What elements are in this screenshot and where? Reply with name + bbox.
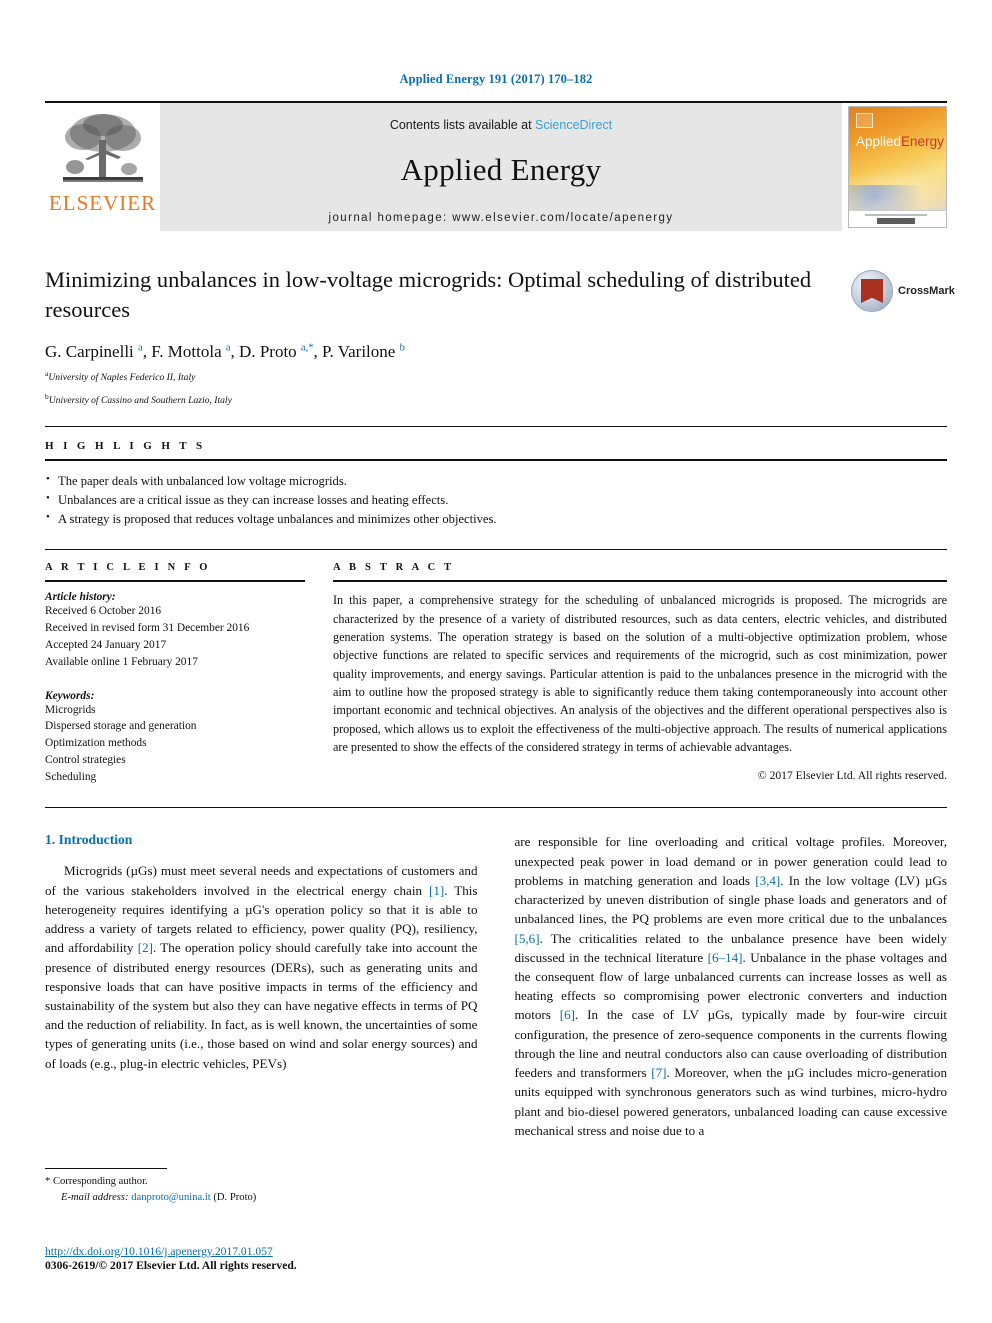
body-columns: 1. Introduction Microgrids (µGs) must me… [45,808,947,1140]
crossmark-circle-icon [851,270,893,312]
section-heading-introduction: 1. Introduction [45,832,133,848]
elsevier-tree-icon [62,114,143,182]
issn-copyright-line: 0306-2619/© 2017 Elsevier Ltd. All right… [45,1259,297,1272]
email-link[interactable]: danproto@unina.it [131,1192,210,1203]
keywords-block: Keywords: Microgrids Dispersed storage a… [45,690,305,786]
highlights-rule [45,459,947,462]
journal-homepage[interactable]: journal homepage: www.elsevier.com/locat… [329,212,674,224]
abstract-copyright: © 2017 Elsevier Ltd. All rights reserved… [757,769,947,783]
abstract-rule [333,580,947,583]
doi-block: http://dx.doi.org/10.1016/j.apenergy.201… [45,1245,515,1272]
list-item: A strategy is proposed that reduces volt… [45,509,947,529]
contents-prefix: Contents lists available at [389,118,536,132]
cover-bottom-bar [849,210,946,227]
abstract-column: A B S T R A C T In this paper, a compreh… [333,562,947,785]
intro-paragraph-right: are responsible for line overloading and… [514,834,948,1138]
affiliation-a-text: University of Naples Federico II, Italy [48,372,196,384]
journal-cover-thumbnail[interactable]: AppliedEnergy [842,103,947,231]
corresponding-text: Corresponding author. [52,1176,148,1187]
crossmark-label: CrossMark [898,285,955,297]
masthead-center: Contents lists available at ScienceDirec… [160,103,842,231]
cover-bar-box [877,218,915,224]
article-history-label: Article history: [45,591,116,604]
contents-available-line: Contents lists available at ScienceDirec… [390,118,612,132]
cover-title-word2: Energy [901,134,944,149]
doi-link[interactable]: http://dx.doi.org/10.1016/j.apenergy.201… [45,1245,515,1258]
highlights-heading: H I G H L I G H T S [45,440,206,453]
affiliation-b-text: University of Cassino and Southern Lazio… [48,395,232,407]
highlights-section: H I G H L I G H T S The paper deals with… [45,427,947,529]
keyword-item: Control strategies [45,753,126,766]
list-item: Unbalances are a critical issue as they … [45,490,947,510]
keyword-item: Optimization methods [45,737,147,750]
title-block: CrossMark Minimizing unbalances in low-v… [45,265,955,408]
keyword-item: Microgrids [45,703,96,716]
journal-article-page: Applied Energy 191 (2017) 170–182 ELSEVI… [0,0,992,1323]
info-abstract-row: A R T I C L E I N F O Article history: R… [45,550,947,785]
article-history-block: Article history: Received 6 October 2016… [45,591,305,670]
article-info-heading: A R T I C L E I N F O [45,562,211,574]
corresponding-author-note: * Corresponding author. [45,1174,465,1190]
history-received: Received 6 October 2016 [45,605,162,618]
article-info-rule [45,580,305,583]
cover-bar-line [865,214,927,216]
highlights-list: The paper deals with unbalanced low volt… [45,471,947,529]
abstract-heading: A B S T R A C T [333,562,455,574]
footnote-block: * Corresponding author. E-mail address: … [45,1168,465,1206]
running-head: Applied Energy 191 (2017) 170–182 [399,72,593,86]
history-revised: Received in revised form 31 December 201… [45,622,250,635]
cover-elsevier-mini-icon [856,113,873,128]
email-label: E-mail address: [61,1191,129,1203]
page-title: Minimizing unbalances in low-voltage mic… [45,267,812,322]
elsevier-logo: ELSEVIER [45,103,160,231]
footnote-rule [45,1168,167,1169]
article-info-column: A R T I C L E I N F O Article history: R… [45,562,305,785]
email-note: E-mail address: danproto@unina.it (D. Pr… [45,1190,465,1206]
cover-title: AppliedEnergy [856,135,944,149]
journal-title: Applied Energy [400,152,602,187]
history-online: Available online 1 February 2017 [45,655,198,668]
elsevier-wordmark: ELSEVIER [48,191,157,215]
affiliation-a: aUniversity of Naples Federico II, Italy [45,369,947,385]
cover-title-word1: Applied [856,134,902,149]
affiliation-b: bUniversity of Cassino and Southern Lazi… [45,392,947,408]
body-column-left: 1. Introduction Microgrids (µGs) must me… [45,832,478,1140]
crossmark-badge[interactable]: CrossMark [851,265,955,317]
intro-paragraph-left: Microgrids (µGs) must meet several needs… [45,863,478,1071]
abstract-text: In this paper, a comprehensive strategy … [333,593,947,754]
sciencedirect-link[interactable]: ScienceDirect [535,118,612,132]
keyword-item: Dispersed storage and generation [45,720,197,733]
keywords-label: Keywords: [45,689,95,702]
keyword-item: Scheduling [45,770,97,783]
crossmark-book-icon [861,279,883,303]
email-person: (D. Proto) [213,1191,257,1203]
corresponding-marker: * [45,1176,51,1187]
cover-image: AppliedEnergy [848,106,947,228]
author-list: G. Carpinelli a, F. Mottola a, D. Proto … [45,341,405,361]
journal-masthead: ELSEVIER Contents lists available at Sci… [45,101,947,231]
list-item: The paper deals with unbalanced low volt… [45,471,947,491]
body-column-right: are responsible for line overloading and… [515,832,948,1140]
history-accepted: Accepted 24 January 2017 [45,638,167,651]
